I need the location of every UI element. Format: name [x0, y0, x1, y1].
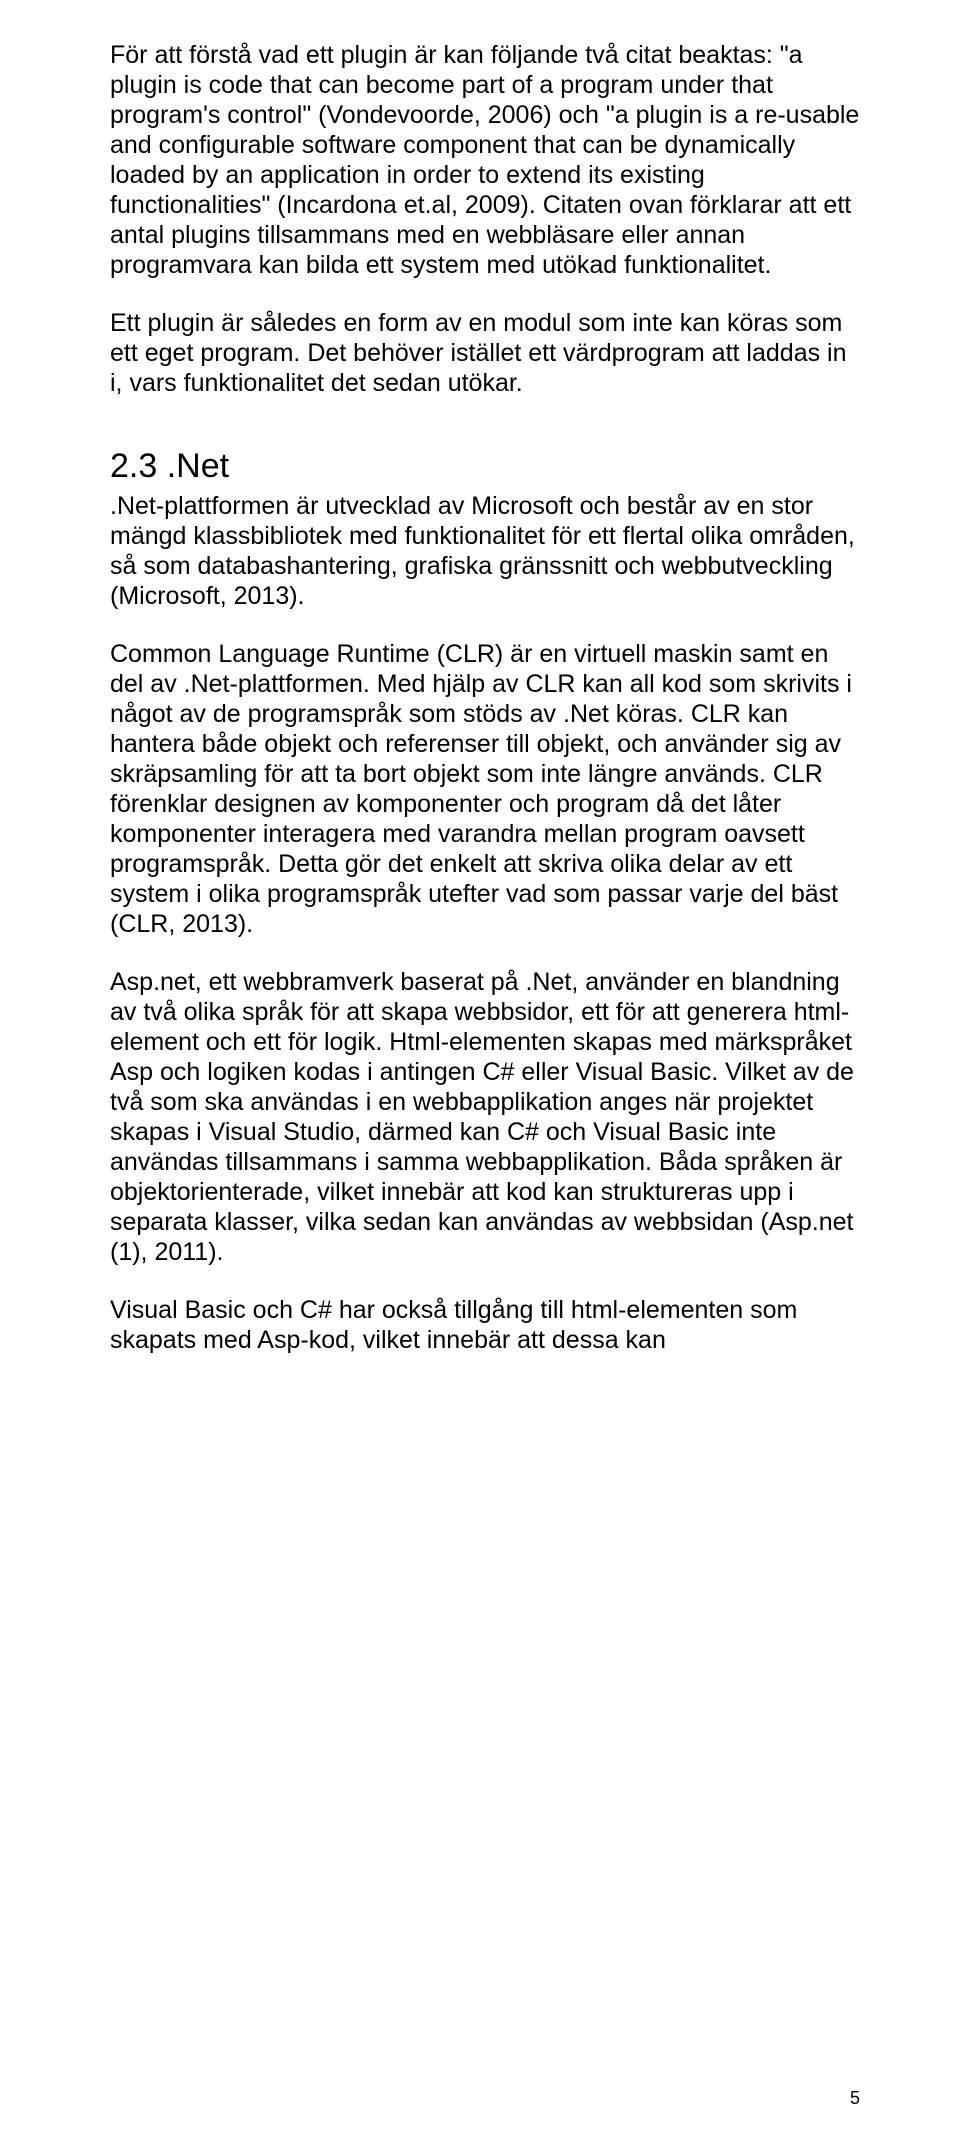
section-heading-2-3-net: 2.3 .Net: [110, 446, 865, 487]
paragraph-2: Ett plugin är således en form av en modu…: [110, 308, 865, 398]
page-number: 5: [850, 2088, 860, 2109]
paragraph-1: För att förstå vad ett plugin är kan föl…: [110, 40, 865, 280]
document-page: För att förstå vad ett plugin är kan föl…: [0, 0, 960, 2139]
paragraph-6: Visual Basic och C# har också tillgång t…: [110, 1295, 865, 1355]
paragraph-4: Common Language Runtime (CLR) är en virt…: [110, 639, 865, 939]
paragraph-3: .Net-plattformen är utvecklad av Microso…: [110, 491, 865, 611]
paragraph-5: Asp.net, ett webbramverk baserat på .Net…: [110, 967, 865, 1267]
